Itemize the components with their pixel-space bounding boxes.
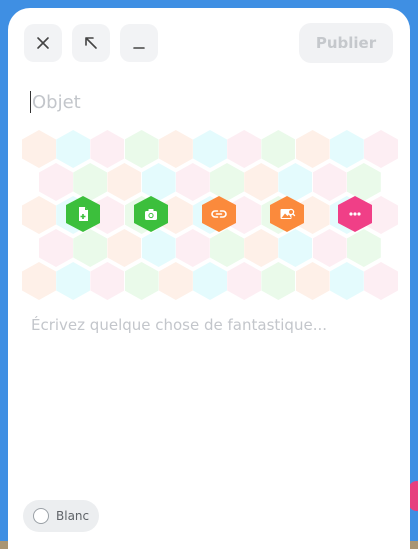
decorative-hex (227, 262, 262, 300)
attachment-hex-grid (22, 130, 398, 300)
decorative-hex (193, 130, 227, 168)
expand-button[interactable] (72, 24, 110, 62)
decorative-hex (124, 130, 159, 168)
decorative-hex (329, 130, 364, 168)
background-color-selector[interactable]: Blanc (23, 500, 99, 532)
decorative-hex (261, 262, 296, 300)
decorative-hex (73, 163, 108, 201)
minimize-button[interactable] (120, 24, 158, 62)
decorative-hex (158, 130, 193, 168)
decorative-hex (278, 163, 313, 201)
decorative-hex (278, 229, 313, 267)
camera-icon (145, 209, 157, 220)
color-label: Blanc (56, 509, 90, 523)
decorative-hex (158, 262, 193, 300)
color-swatch (33, 508, 49, 524)
decorative-hex (312, 163, 347, 201)
image-search-icon (280, 208, 296, 219)
decorative-hex (56, 130, 91, 168)
decorative-hex (346, 229, 381, 267)
decorative-hex (107, 163, 142, 201)
decorative-hex (107, 229, 142, 267)
close-icon (37, 37, 49, 49)
decorative-hex (364, 262, 398, 300)
decorative-hex (141, 229, 176, 267)
decorative-hex (124, 262, 159, 300)
decorative-hex (90, 130, 125, 168)
decorative-hex (175, 163, 210, 201)
subject-placeholder: Objet (32, 91, 81, 113)
decorative-hex (329, 262, 364, 300)
decorative-hex (39, 229, 73, 267)
decorative-hex (56, 262, 91, 300)
decorative-hex (312, 229, 347, 267)
decorative-hex (210, 163, 244, 201)
subject-input[interactable]: Objet (30, 88, 330, 116)
decorative-hex (22, 130, 56, 168)
decorative-hex (295, 262, 330, 300)
link-icon (211, 210, 227, 218)
decorative-hex (244, 229, 279, 267)
decorative-hex (193, 262, 227, 300)
decorative-hex (244, 163, 279, 201)
decorative-hex (175, 229, 210, 267)
decorative-hex (210, 229, 244, 267)
decorative-hex (295, 130, 330, 168)
decorative-hex (364, 130, 398, 168)
close-button[interactable] (24, 24, 62, 62)
decorative-hex (141, 163, 176, 201)
decorative-hex (22, 262, 56, 300)
decorative-hex (22, 196, 56, 234)
body-input[interactable]: Écrivez quelque chose de fantastique... (31, 316, 327, 334)
text-cursor (30, 91, 31, 113)
decorative-hex (346, 163, 381, 201)
more-icon (349, 212, 361, 216)
arrow-up-left-icon (85, 37, 97, 49)
decorative-hex (227, 130, 262, 168)
document-add-icon (79, 207, 88, 221)
decorative-hex (39, 163, 73, 201)
publish-button[interactable]: Publier (299, 23, 393, 63)
compose-card: Publier Objet Écrivez quelque chose de f… (8, 8, 410, 549)
minimize-icon (133, 47, 145, 49)
decorative-hex (90, 262, 125, 300)
decorative-hex (73, 229, 108, 267)
decorative-hex (261, 130, 296, 168)
